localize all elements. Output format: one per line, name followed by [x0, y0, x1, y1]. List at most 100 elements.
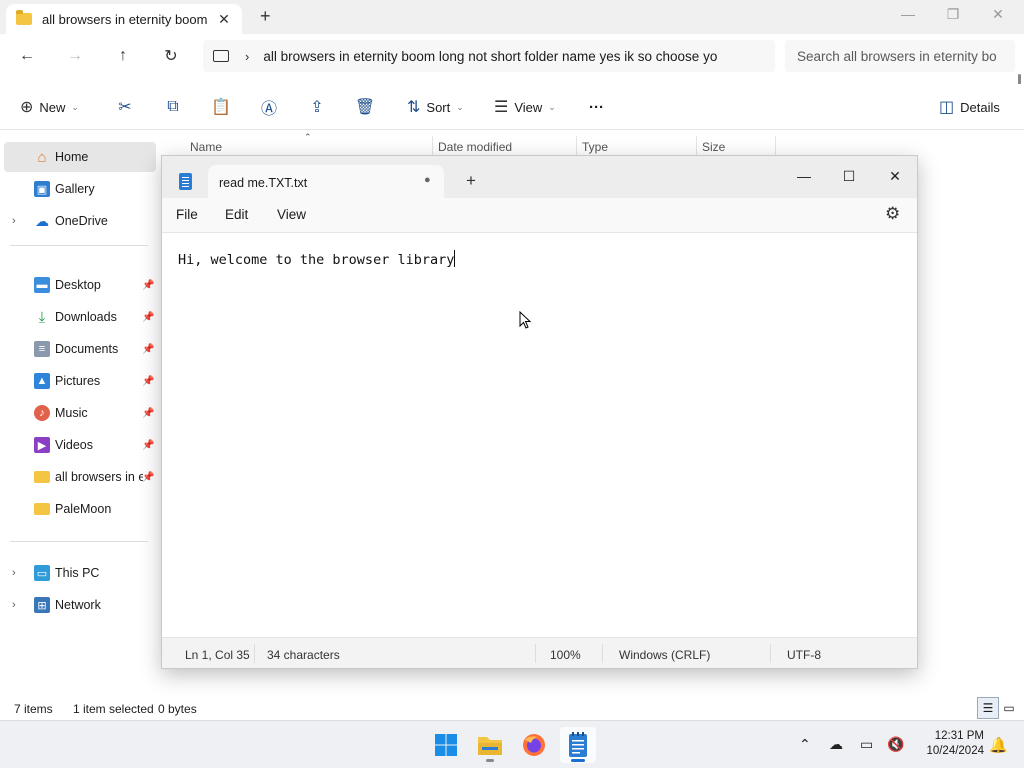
sidebar-item-pictures[interactable]: ▲ Pictures 📌 [4, 366, 156, 396]
refresh-button[interactable]: ↻ [159, 44, 183, 68]
volume-muted-icon[interactable]: 🔇 [887, 736, 904, 753]
view-button[interactable]: ☰ View ⌄ [494, 94, 556, 120]
item-count: 7 items [14, 702, 53, 716]
new-tab-button[interactable]: + [260, 6, 271, 27]
sidebar-item-this-pc[interactable]: › ▭ This PC [4, 558, 156, 588]
menu-file[interactable]: File [176, 207, 198, 222]
line-endings: Windows (CRLF) [619, 648, 711, 662]
share-icon[interactable]: ⇪ [306, 96, 328, 118]
settings-gear-icon[interactable]: ⚙ [885, 204, 900, 224]
explorer-status-bar: 7 items 1 item selected 0 bytes ☰ ▭ [0, 696, 1024, 720]
chevron-right-icon[interactable]: › [12, 599, 16, 611]
forward-button[interactable]: → [63, 44, 87, 68]
new-button[interactable]: ⊕ New ⌄ [20, 94, 79, 120]
sidebar-item-desktop[interactable]: ▬ Desktop 📌 [4, 270, 156, 300]
sort-button[interactable]: ⇅ Sort ⌄ [407, 94, 464, 120]
pin-icon[interactable]: 📌 [142, 376, 154, 387]
chevron-right-icon[interactable]: › [12, 215, 16, 227]
sidebar-item-network[interactable]: › ⊞ Network [4, 590, 156, 620]
address-path[interactable]: all browsers in eternity boom long not s… [263, 49, 743, 64]
paste-icon[interactable]: 📋 [210, 96, 232, 118]
notepad-window: read me.TXT.txt ● + — ☐ ✕ File Edit View… [161, 155, 918, 669]
folder-icon [16, 10, 32, 25]
documents-icon: ≡ [34, 341, 50, 357]
network-status-icon[interactable]: ▭ [860, 736, 873, 753]
chevron-right-icon[interactable]: › [245, 49, 249, 64]
rename-icon[interactable]: Ⓐ [258, 96, 280, 118]
onedrive-offline-icon[interactable]: ☁ [829, 736, 843, 753]
text-editor[interactable]: Hi, welcome to the browser library [162, 232, 917, 637]
sidebar-item-gallery[interactable]: ▣ Gallery [4, 174, 156, 204]
show-hidden-icons-chevron-icon[interactable]: ⌃ [799, 736, 811, 753]
search-box[interactable] [785, 40, 1015, 72]
sidebar-item-palemoon[interactable]: PaleMoon [4, 494, 156, 524]
pin-icon[interactable]: 📌 [142, 472, 154, 483]
clock-date: 10/24/2024 [926, 745, 984, 757]
menu-edit[interactable]: Edit [225, 207, 248, 222]
notepad-minimize-button[interactable]: — [792, 164, 816, 188]
details-button[interactable]: ◫ Details [939, 94, 1000, 120]
chevron-down-icon: ⌄ [71, 101, 79, 112]
back-button[interactable]: ← [15, 44, 39, 68]
pin-icon[interactable]: 📌 [142, 344, 154, 355]
music-icon: ♪ [34, 405, 50, 421]
details-view-button[interactable]: ☰ [977, 697, 999, 719]
selection-count: 1 item selected [73, 702, 154, 716]
menu-view[interactable]: View [277, 207, 306, 222]
sidebar-item-documents[interactable]: ≡ Documents 📌 [4, 334, 156, 364]
sidebar-item-all-browsers-folder[interactable]: all browsers in eternity boom long not s… [4, 462, 156, 492]
pin-icon[interactable]: 📌 [142, 312, 154, 323]
sidebar-item-music[interactable]: ♪ Music 📌 [4, 398, 156, 428]
column-date-modified[interactable]: Date modified [438, 140, 512, 154]
taskbar-firefox[interactable] [516, 727, 552, 763]
plus-circle-icon: ⊕ [20, 99, 34, 116]
maximize-button[interactable]: ❐ [943, 6, 963, 23]
notepad-maximize-button[interactable]: ☐ [837, 164, 861, 188]
chevron-right-icon[interactable]: › [12, 567, 16, 579]
taskbar-file-explorer[interactable] [472, 727, 508, 763]
sidebar-item-home[interactable]: ⌂ Home [4, 142, 156, 172]
sidebar-item-downloads[interactable]: ⤓ Downloads 📌 [4, 302, 156, 332]
copy-icon[interactable]: ⧉ [162, 96, 184, 118]
editor-text: Hi, welcome to the browser library [178, 252, 455, 268]
firefox-icon [523, 734, 545, 756]
tiles-view-button[interactable]: ▭ [998, 697, 1020, 719]
more-options-button[interactable]: ··· [589, 94, 604, 120]
downloads-icon: ⤓ [38, 308, 46, 326]
clock[interactable]: 12:31 PM 10/24/2024 [916, 729, 984, 759]
sidebar-item-onedrive[interactable]: › ☁ OneDrive [4, 206, 156, 236]
explorer-tab[interactable]: all browsers in eternity boom l ✕ [6, 4, 242, 34]
notepad-close-button[interactable]: ✕ [883, 164, 907, 188]
pin-icon[interactable]: 📌 [142, 280, 154, 291]
notepad-status-bar: Ln 1, Col 35 34 characters 100% Windows … [162, 637, 917, 668]
column-type[interactable]: Type [582, 140, 608, 154]
notification-bell-icon[interactable]: 🔔 [989, 736, 1008, 754]
pin-icon[interactable]: 📌 [142, 408, 154, 419]
delete-icon[interactable]: 🗑 [354, 96, 376, 118]
taskbar-notepad[interactable] [560, 727, 596, 763]
status-separator [535, 644, 536, 663]
zoom-level: 100% [550, 648, 581, 662]
start-button[interactable] [428, 727, 464, 763]
running-indicator [486, 759, 494, 762]
sort-ascending-icon: ⌃ [304, 132, 312, 142]
column-size[interactable]: Size [702, 140, 725, 154]
pin-icon[interactable]: 📌 [142, 440, 154, 451]
notepad-icon [179, 173, 192, 190]
notepad-new-tab-button[interactable]: + [466, 171, 476, 191]
column-name[interactable]: Name [190, 140, 222, 154]
up-button[interactable]: ↑ [111, 44, 135, 68]
close-tab-icon[interactable]: ✕ [216, 11, 232, 28]
sidebar-item-videos[interactable]: ▶ Videos 📌 [4, 430, 156, 460]
cut-icon[interactable]: ✂ [114, 96, 136, 118]
close-window-button[interactable]: ✕ [988, 6, 1008, 23]
notepad-tab[interactable]: read me.TXT.txt ● [208, 165, 444, 198]
search-input[interactable] [797, 48, 1007, 64]
address-bar[interactable]: › all browsers in eternity boom long not… [203, 40, 775, 72]
active-indicator [571, 759, 585, 762]
unsaved-indicator-icon[interactable]: ● [424, 174, 431, 186]
editor-content[interactable]: Hi, welcome to the browser library [178, 250, 456, 268]
text-caret [454, 250, 456, 267]
notepad-tab-title: read me.TXT.txt [219, 176, 308, 190]
minimize-button[interactable]: — [898, 6, 918, 22]
